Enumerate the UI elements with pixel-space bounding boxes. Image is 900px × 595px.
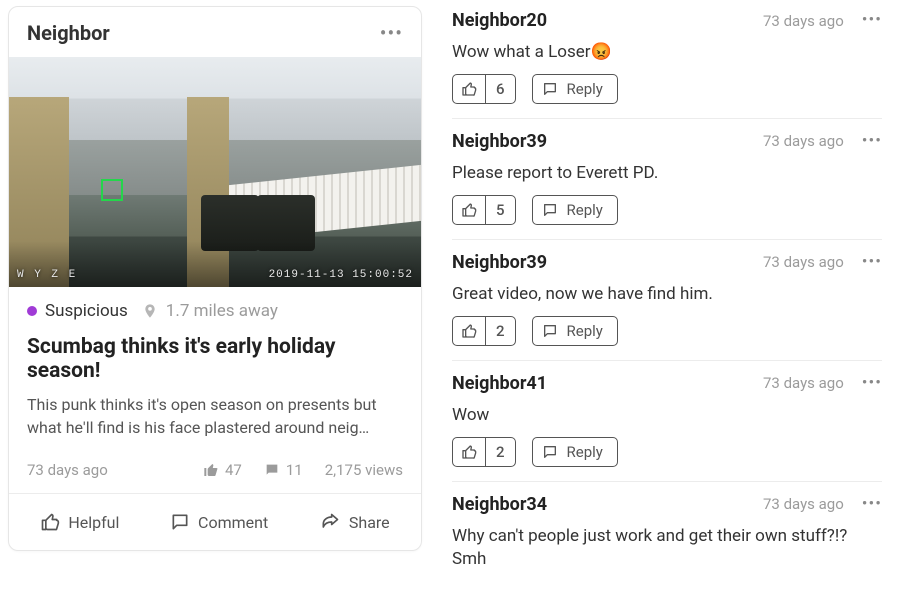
comment-icon — [533, 75, 567, 103]
post-body: This punk thinks it's open season on pre… — [9, 389, 421, 447]
like-button[interactable]: 6 — [452, 74, 516, 104]
thumb-up-icon — [40, 512, 60, 532]
post-video-thumbnail[interactable]: W Y Z E 2019-11-13 15:00:52 — [9, 57, 421, 287]
comment-body: Wow what a Loser😡 — [452, 37, 882, 74]
comment-label: Comment — [198, 513, 268, 532]
comment-header: Neighbor34 73 days ago ••• — [452, 488, 882, 521]
like-button[interactable]: 2 — [452, 437, 516, 467]
likes-stat[interactable]: 47 — [203, 461, 242, 479]
comment-more-icon[interactable]: ••• — [862, 254, 882, 271]
comment: Neighbor34 73 days ago ••• Why can't people… — [452, 482, 882, 595]
post-meta-row: Suspicious 1.7 miles away — [9, 287, 421, 325]
comment-age: 73 days ago — [763, 253, 844, 271]
comment-age: 73 days ago — [763, 132, 844, 150]
comment-age: 73 days ago — [763, 374, 844, 392]
watermark-brand: W Y Z E — [17, 269, 77, 281]
post-title: Scumbag thinks it's early holiday season… — [9, 325, 421, 389]
comment-icon — [533, 438, 567, 466]
reply-button[interactable]: Reply — [532, 74, 618, 104]
comment-header: Neighbor39 73 days ago ••• — [452, 246, 882, 279]
comment-body: Why can't people just work and get their… — [452, 521, 882, 581]
comment: Neighbor39 73 days ago ••• Please report to… — [452, 119, 882, 240]
post-age: 73 days ago — [27, 461, 108, 479]
comment-author[interactable]: Neighbor34 — [452, 494, 753, 515]
comment-author[interactable]: Neighbor20 — [452, 10, 753, 31]
comment: Neighbor39 73 days ago ••• Great video, now… — [452, 240, 882, 361]
like-button[interactable]: 2 — [452, 316, 516, 346]
like-count: 2 — [485, 317, 515, 345]
comment-more-icon[interactable]: ••• — [862, 133, 882, 150]
thumb-up-icon — [453, 438, 485, 466]
post-stats-row: 73 days ago 47 11 2,175 views — [9, 447, 421, 493]
share-button[interactable]: Share — [309, 506, 400, 538]
reply-label: Reply — [567, 75, 617, 103]
comment-actions: 2 Reply — [452, 437, 882, 467]
comment-body: Great video, now we have find him. — [452, 279, 882, 316]
post-action-row: Helpful Comment Share — [9, 493, 421, 550]
location-pin-icon — [142, 302, 158, 320]
comment-age: 73 days ago — [763, 495, 844, 513]
comment-actions: 2 Reply — [452, 316, 882, 346]
comment-author[interactable]: Neighbor39 — [452, 252, 753, 273]
comment-author[interactable]: Neighbor41 — [452, 373, 753, 394]
post-more-icon[interactable]: ••• — [380, 23, 403, 43]
share-icon — [319, 512, 341, 532]
helpful-button[interactable]: Helpful — [30, 506, 129, 538]
reply-button[interactable]: Reply — [532, 195, 618, 225]
comment: Neighbor41 73 days ago ••• Wow2 Reply — [452, 361, 882, 482]
helpful-label: Helpful — [68, 513, 119, 532]
like-button[interactable]: 5 — [452, 195, 516, 225]
reply-label: Reply — [567, 196, 617, 224]
views-count: 2,175 views — [325, 461, 403, 479]
comment-more-icon[interactable]: ••• — [862, 496, 882, 513]
comment-icon — [533, 317, 567, 345]
comments-stat[interactable]: 11 — [264, 461, 303, 479]
comment-actions: 5 Reply — [452, 195, 882, 225]
comment-actions: 6 Reply — [452, 74, 882, 104]
category-label[interactable]: Suspicious — [45, 301, 128, 321]
share-label: Share — [349, 513, 390, 532]
comment-header: Neighbor39 73 days ago ••• — [452, 125, 882, 158]
comments-column: Neighbor20 73 days ago ••• Wow what a Loser… — [430, 0, 900, 541]
category-dot-icon — [27, 306, 37, 316]
thumb-up-icon — [453, 196, 485, 224]
distance-label: 1.7 miles away — [166, 301, 278, 321]
comment-more-icon[interactable]: ••• — [862, 375, 882, 392]
thumb-up-icon — [453, 317, 485, 345]
motion-box-overlay — [101, 179, 123, 201]
comment-author[interactable]: Neighbor39 — [452, 131, 753, 152]
comment-header: Neighbor20 73 days ago ••• — [452, 4, 882, 37]
reply-label: Reply — [567, 438, 617, 466]
reply-label: Reply — [567, 317, 617, 345]
thumb-up-icon — [453, 75, 485, 103]
comment-more-icon[interactable]: ••• — [862, 12, 882, 29]
comment-body: Wow — [452, 400, 882, 437]
comment-icon — [533, 196, 567, 224]
reply-button[interactable]: Reply — [532, 316, 618, 346]
reply-button[interactable]: Reply — [532, 437, 618, 467]
post-card: Neighbor ••• W Y Z E 2019-11-13 15:00:52… — [8, 6, 422, 551]
comment-age: 73 days ago — [763, 12, 844, 30]
like-count: 5 — [485, 196, 515, 224]
post-header: Neighbor ••• — [9, 7, 421, 57]
comment-button[interactable]: Comment — [160, 506, 278, 538]
like-count: 2 — [485, 438, 515, 466]
comment-header: Neighbor41 73 days ago ••• — [452, 367, 882, 400]
post-author[interactable]: Neighbor — [27, 21, 110, 45]
comment-body: Please report to Everett PD. — [452, 158, 882, 195]
comments-count: 11 — [286, 461, 303, 479]
comment: Neighbor20 73 days ago ••• Wow what a Loser… — [452, 4, 882, 119]
watermark-timestamp: 2019-11-13 15:00:52 — [269, 269, 413, 281]
like-count: 6 — [485, 75, 515, 103]
comment-icon — [170, 512, 190, 532]
likes-count: 47 — [225, 461, 242, 479]
